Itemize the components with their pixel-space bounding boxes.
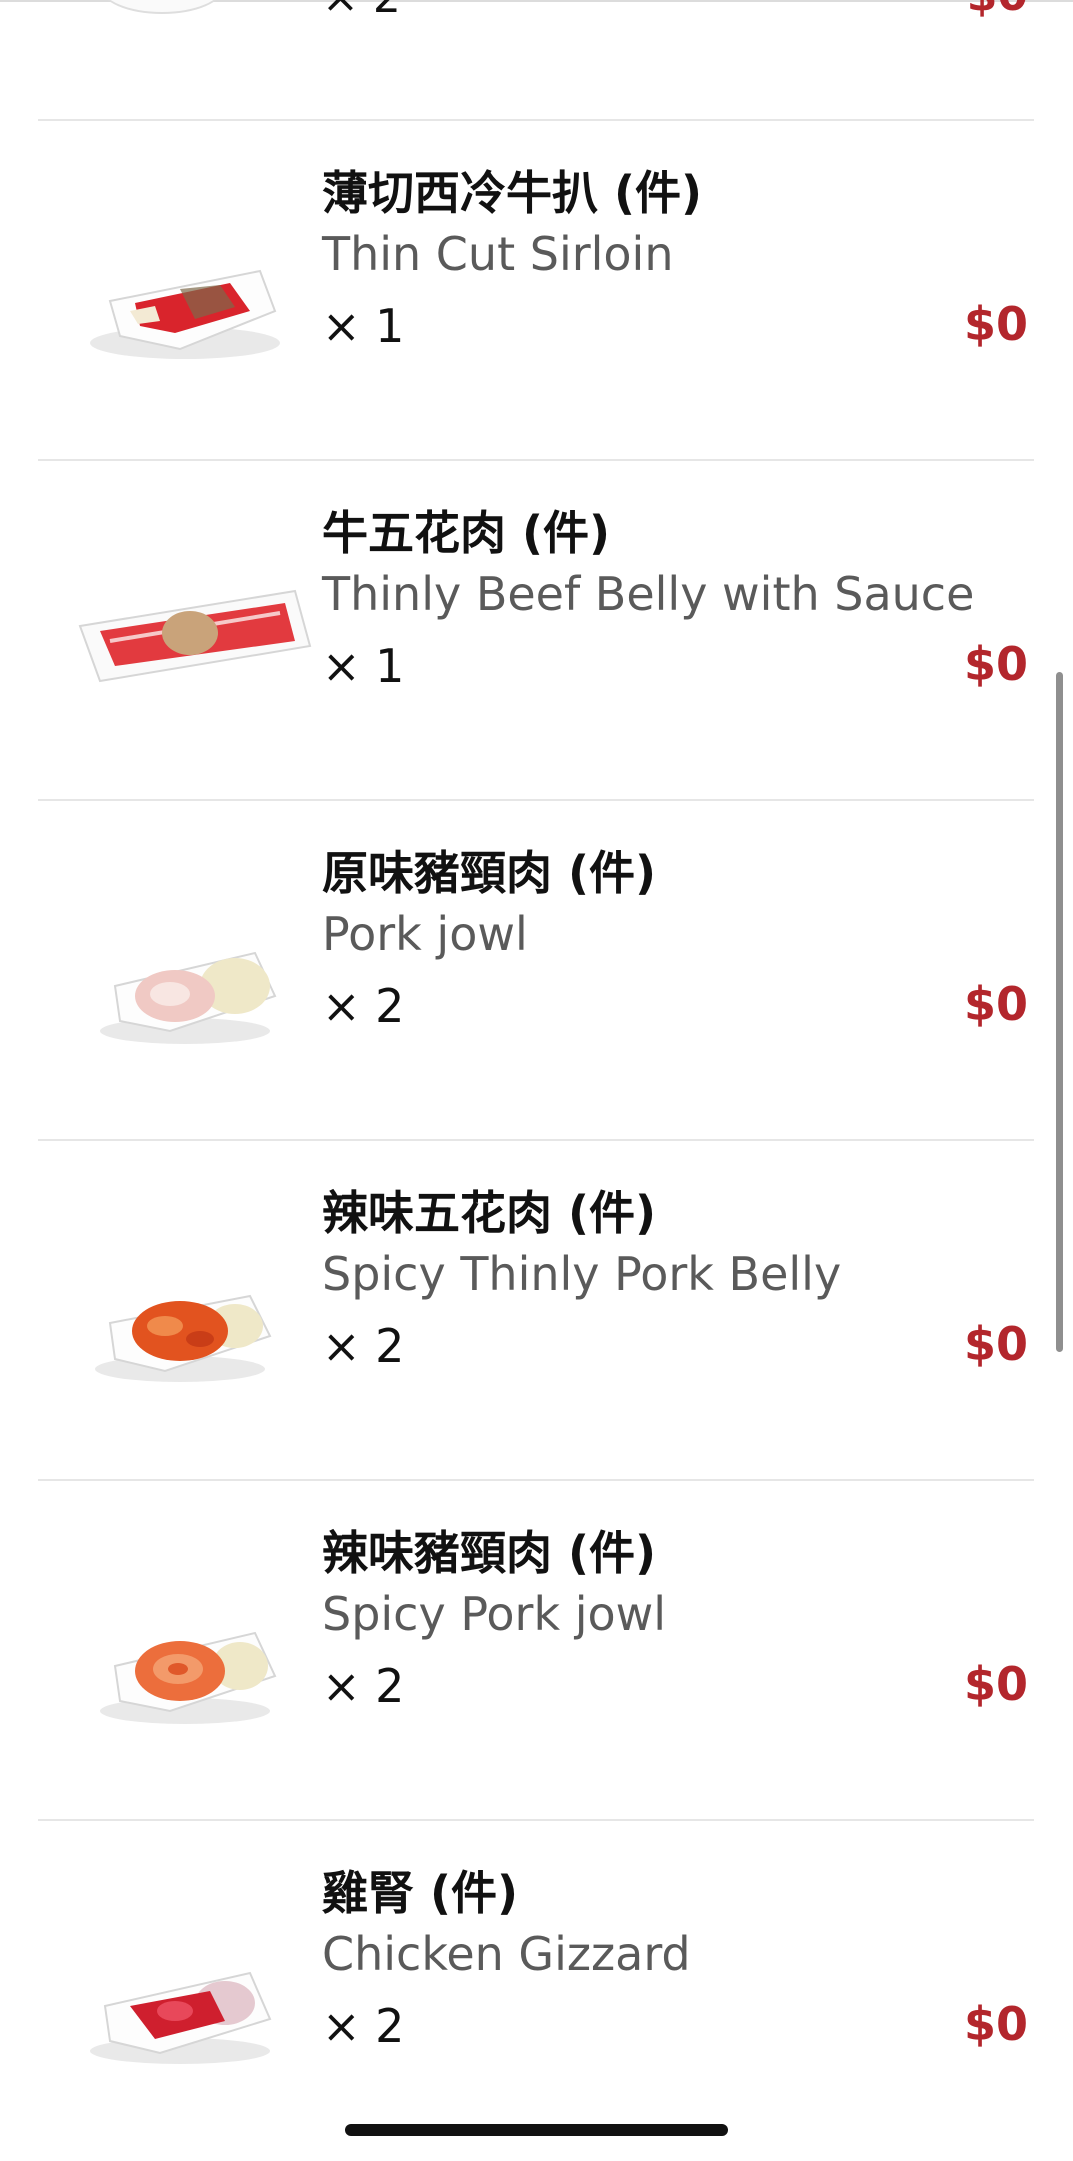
item-name-en: Spicy Pork jowl — [322, 1587, 667, 1641]
item-quantity: × 2 — [322, 1659, 405, 1713]
home-indicator[interactable] — [345, 2124, 728, 2136]
sirloin-dish-icon — [60, 211, 310, 381]
item-price: $0 — [963, 1317, 1028, 1371]
item-name-zh: 雞腎 (件) — [322, 1866, 519, 1920]
item-price: $0 — [963, 977, 1028, 1031]
list-item[interactable]: 薄切西冷牛扒 (件) Thin Cut Sirloin × 1 $0 — [0, 121, 1073, 461]
item-name-en: Thin Cut Sirloin — [322, 227, 674, 281]
item-name-zh: 辣味五花肉 (件) — [322, 1186, 657, 1240]
item-quantity: × 2 — [322, 1319, 405, 1373]
item-name-zh: 薄切西冷牛扒 (件) — [322, 166, 703, 220]
vertical-scrollbar[interactable] — [1056, 672, 1063, 1352]
list-item[interactable]: 雞腎 (件) Chicken Gizzard × 2 $0 — [0, 1821, 1073, 2161]
item-name-en: Thinly Beef Belly with Sauce — [322, 567, 975, 621]
list-item[interactable]: 牛五花肉 (件) Thinly Beef Belly with Sauce × … — [0, 461, 1073, 801]
item-price: $0 — [967, 0, 1028, 20]
item-name-en: Pork jowl — [322, 907, 528, 961]
dish-thumbnail — [100, 0, 224, 14]
item-name-zh: 辣味豬頸肉 (件) — [322, 1526, 657, 1580]
item-price: $0 — [963, 297, 1028, 351]
item-name-en: Spicy Thinly Pork Belly — [322, 1247, 842, 1301]
item-price: $0 — [963, 637, 1028, 691]
pork-jowl-dish-icon — [60, 891, 310, 1061]
item-quantity: × 1 — [322, 299, 405, 353]
chicken-gizzard-dish-icon — [60, 1911, 310, 2081]
spicy-pork-jowl-dish-icon — [60, 1571, 310, 1741]
list-item[interactable]: 原味豬頸肉 (件) Pork jowl × 2 $0 — [0, 801, 1073, 1141]
item-price: $0 — [963, 1997, 1028, 2051]
spicy-pork-belly-dish-icon — [60, 1231, 310, 1401]
item-quantity: × 1 — [322, 639, 405, 693]
item-quantity: × 2 — [322, 979, 405, 1033]
item-price: $0 — [963, 1657, 1028, 1711]
item-quantity: × 2 — [322, 0, 401, 20]
item-name-en: Chicken Gizzard — [322, 1927, 691, 1981]
item-name-zh: 原味豬頸肉 (件) — [322, 846, 657, 900]
list-item[interactable]: 辣味五花肉 (件) Spicy Thinly Pork Belly × 2 $0 — [0, 1141, 1073, 1481]
partial-list-item[interactable]: × 2 $0 — [0, 0, 1073, 20]
item-name-zh: 牛五花肉 (件) — [322, 506, 611, 560]
beef-belly-dish-icon — [70, 551, 312, 721]
list-item[interactable]: 辣味豬頸肉 (件) Spicy Pork jowl × 2 $0 — [0, 1481, 1073, 1821]
item-quantity: × 2 — [322, 1999, 405, 2053]
